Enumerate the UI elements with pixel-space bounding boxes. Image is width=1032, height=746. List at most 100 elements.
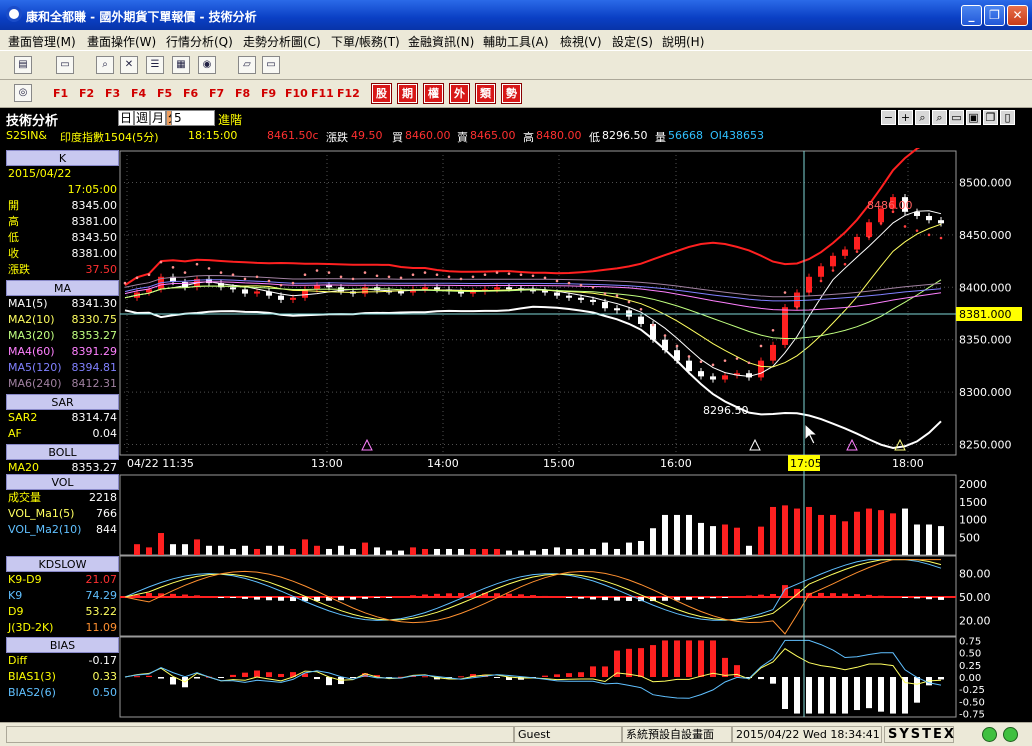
menu-bar: 畫面管理(M) 畫面操作(W) 行情分析(Q) 走勢分析圖(C) 下單/帳務(T…	[0, 30, 1032, 50]
quote-ask: 8465.00	[470, 129, 516, 142]
candle-body	[506, 287, 512, 290]
app-logo-icon[interactable]: ◎	[14, 84, 32, 102]
chart-canvas[interactable]: 8500.000 8450.000 8400.000 8350.000 8300.000…	[119, 148, 1024, 720]
monitor-icon[interactable]: ▭	[56, 56, 74, 74]
search-icon[interactable]: ⌕	[96, 56, 114, 74]
period-month[interactable]: 月	[150, 110, 166, 126]
fkey-f2[interactable]: F2	[79, 87, 94, 100]
fkey-f9[interactable]: F9	[261, 87, 276, 100]
menu-view[interactable]: 檢視(V)	[560, 33, 602, 50]
quote-bid-label: 買	[392, 131, 403, 144]
print-icon[interactable]: ▭	[949, 110, 964, 125]
fkey-f1[interactable]: F1	[53, 87, 68, 100]
quick-stock-button[interactable]: 股	[371, 83, 392, 104]
search-range-icon[interactable]: ⌕	[932, 110, 947, 125]
minimize-button[interactable]: _	[961, 5, 982, 26]
volume-bar	[938, 526, 944, 555]
sar-dot	[879, 222, 883, 225]
volume-bar	[566, 548, 572, 555]
card-icon[interactable]: ▭	[262, 56, 280, 74]
volume-bar	[494, 548, 500, 555]
period-day[interactable]: 日	[118, 110, 134, 126]
fkey-f4[interactable]: F4	[131, 87, 146, 100]
chat-icon[interactable]: ▱	[238, 56, 256, 74]
sar-dot	[159, 260, 163, 264]
volume-bar	[746, 545, 752, 555]
kd-diff-bar	[350, 597, 356, 600]
advanced-link[interactable]: 進階	[218, 111, 242, 128]
fkey-f11[interactable]: F11	[311, 87, 334, 100]
quick-options-button[interactable]: 權	[423, 83, 444, 104]
window-icon[interactable]: ❐	[983, 110, 998, 125]
sar-dot	[819, 279, 823, 283]
volume-bar	[770, 506, 776, 555]
candle-body	[278, 295, 284, 300]
section-vol[interactable]: VOL	[6, 474, 119, 490]
fkey-f7[interactable]: F7	[209, 87, 224, 100]
interval-select[interactable]: 5	[171, 110, 215, 126]
section-boll[interactable]: BOLL	[6, 444, 119, 460]
restore-icon[interactable]: ▯	[1000, 110, 1015, 125]
fkey-f3[interactable]: F3	[105, 87, 120, 100]
bias-diff-bar	[914, 677, 920, 703]
quick-trend-button[interactable]: 勢	[501, 83, 522, 104]
sar-dot	[567, 281, 571, 285]
grid-icon[interactable]: ▦	[172, 56, 190, 74]
quote-vol: 56668	[668, 129, 703, 142]
quick-sector-button[interactable]: 類	[475, 83, 496, 104]
section-kdslow[interactable]: KDSLOW	[6, 556, 119, 572]
volume-bar	[866, 508, 872, 555]
quick-futures-button[interactable]: 期	[397, 83, 418, 104]
window-icon[interactable]: ▤	[14, 56, 32, 74]
quote-low-label: 低	[589, 131, 600, 144]
save-icon[interactable]: ▣	[966, 110, 981, 125]
status-layout: 系統預設自設畫面	[622, 726, 732, 743]
section-bias[interactable]: BIAS	[6, 637, 119, 653]
zoom-in-button[interactable]: +	[898, 110, 913, 125]
sar-dot	[579, 283, 583, 287]
section-k[interactable]: K	[6, 150, 119, 166]
volume-bar	[626, 542, 632, 555]
bias-diff-bar	[830, 677, 836, 714]
bias-diff-bar	[242, 672, 248, 677]
volume-bar	[446, 548, 452, 555]
bias-diff-bar	[458, 676, 464, 678]
section-ma[interactable]: MA	[6, 280, 119, 296]
quick-foreign-button[interactable]: 外	[449, 83, 470, 104]
menu-order-account[interactable]: 下單/帳務(T)	[331, 33, 400, 50]
app-icon[interactable]	[6, 6, 22, 22]
menu-screen-manage[interactable]: 畫面管理(M)	[8, 33, 76, 50]
candle-body	[938, 220, 944, 224]
volume-bar	[854, 511, 860, 555]
bias-diff-bar	[590, 666, 596, 677]
sar-dot	[243, 277, 247, 281]
fkey-f12[interactable]: F12	[337, 87, 360, 100]
close-button[interactable]: ✕	[1007, 5, 1028, 26]
menu-help[interactable]: 說明(H)	[662, 33, 704, 50]
globe-icon[interactable]: ◉	[198, 56, 216, 74]
menu-settings[interactable]: 設定(S)	[612, 33, 653, 50]
menu-screen-operation[interactable]: 畫面操作(W)	[87, 33, 156, 50]
bias-diff-bar	[554, 674, 560, 677]
fkey-f6[interactable]: F6	[183, 87, 198, 100]
fkey-f8[interactable]: F8	[235, 87, 250, 100]
bias-tick-label: 0.25	[959, 661, 981, 672]
sar-dot	[219, 271, 223, 274]
kd-tick-label: 20.00	[959, 614, 991, 627]
section-sar[interactable]: SAR	[6, 394, 119, 410]
close-box-icon[interactable]: ✕	[120, 56, 138, 74]
bias-diff-bar	[494, 677, 500, 678]
maximize-button[interactable]: ❐	[984, 5, 1005, 26]
menu-tools[interactable]: 輔助工具(A)	[483, 33, 549, 50]
menu-trend-chart[interactable]: 走勢分析圖(C)	[243, 33, 321, 50]
fkey-f10[interactable]: F10	[285, 87, 308, 100]
bias-tick-label: -0.25	[959, 685, 985, 696]
menu-financial-info[interactable]: 金融資訊(N)	[408, 33, 474, 50]
fkey-f5[interactable]: F5	[157, 87, 172, 100]
magnify-icon[interactable]: ⌕	[915, 110, 930, 125]
layout-icon[interactable]: ☰	[146, 56, 164, 74]
candle-body	[926, 215, 932, 221]
menu-market-analysis[interactable]: 行情分析(Q)	[166, 33, 233, 50]
period-week[interactable]: 週	[134, 110, 150, 126]
zoom-out-button[interactable]: −	[881, 110, 896, 125]
